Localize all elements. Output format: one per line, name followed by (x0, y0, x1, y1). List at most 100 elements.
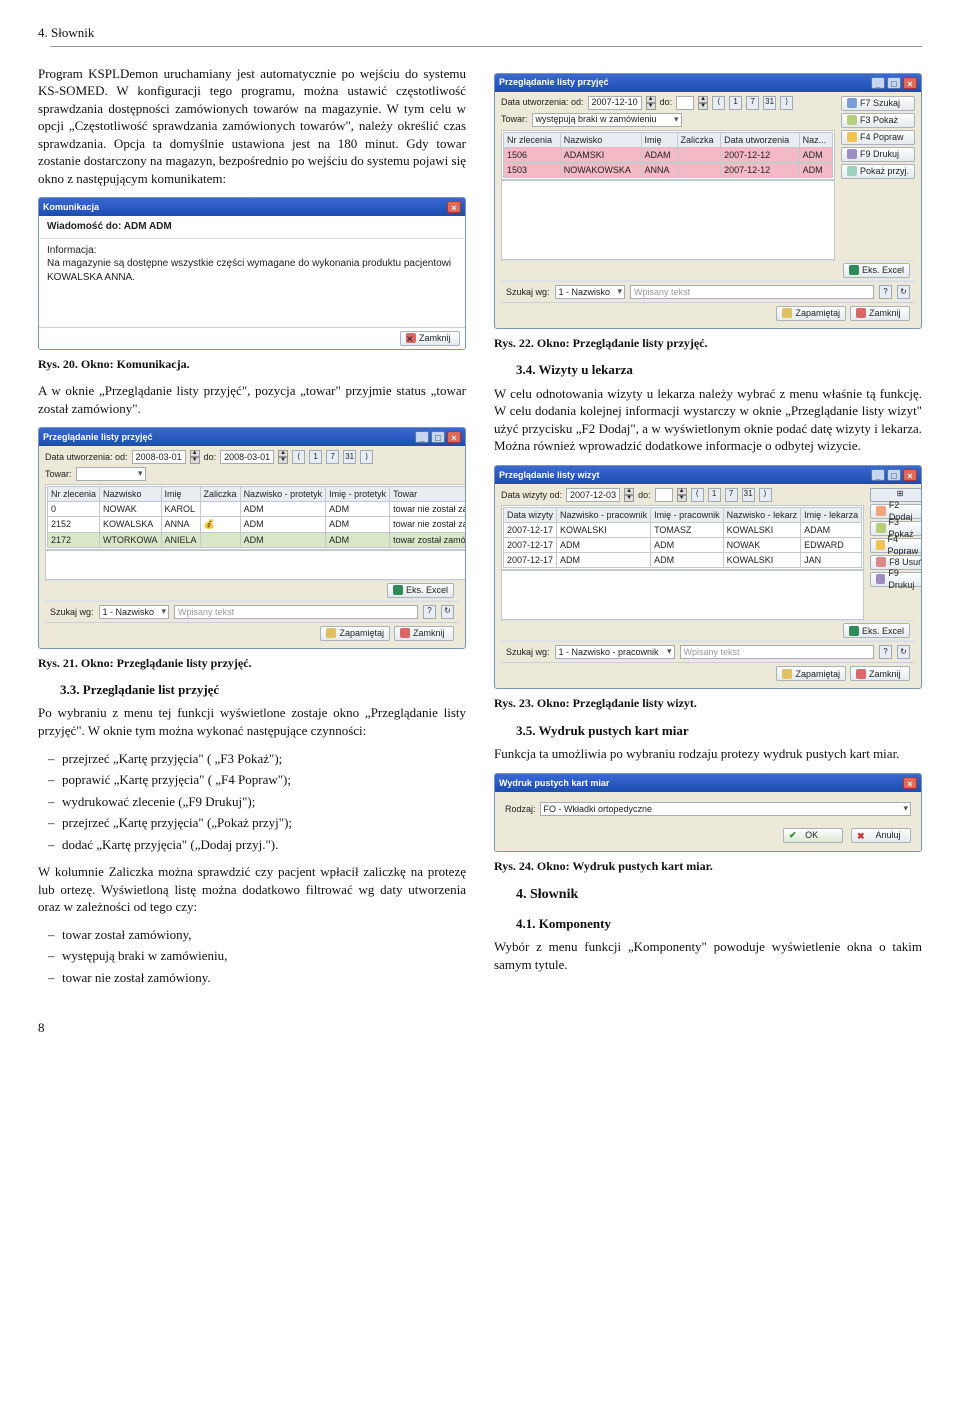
nav-prev[interactable]: ⟨ (292, 450, 305, 464)
nav-next[interactable]: ⟩ (360, 450, 373, 464)
nav-next[interactable]: ⟩ (780, 96, 793, 110)
grid-table[interactable]: Data wizytyNazwisko - pracownikImię - pr… (503, 507, 862, 569)
save-icon (782, 669, 792, 679)
add-icon (876, 506, 886, 516)
print-button[interactable]: F9 Drukuj (870, 572, 922, 587)
remember-button[interactable]: Zapamiętaj (776, 306, 846, 321)
towar-select[interactable] (76, 467, 146, 481)
rodzaj-label: Rodzaj: (505, 803, 536, 815)
nav-next[interactable]: ⟩ (759, 488, 772, 502)
search-mode-select[interactable]: 1 - Nazwisko (555, 285, 626, 299)
refresh-icon[interactable]: ↻ (897, 645, 910, 659)
search-label: Szukaj wg: (50, 606, 94, 618)
fig23-caption: Rys. 23. Okno: Przeglądanie listy wizyt. (494, 695, 922, 711)
nav-7[interactable]: 7 (326, 450, 339, 464)
nav-31[interactable]: 31 (763, 96, 776, 110)
table-row: 2007-12-17ADMADMNOWAKEDWARD (504, 538, 862, 553)
nav-1[interactable]: 1 (729, 96, 742, 110)
nav-7[interactable]: 7 (746, 96, 759, 110)
save-icon (326, 628, 336, 638)
minimize-icon[interactable]: _ (415, 431, 429, 443)
table-row: 2172WTORKOWAANIELAADMADMtowar został zam… (48, 532, 467, 547)
nav-7[interactable]: 7 (725, 488, 738, 502)
close-icon[interactable]: × (447, 431, 461, 443)
remember-button[interactable]: Zapamiętaj (776, 666, 846, 681)
table-row: 0NOWAKKAROLADMADMtowar nie został zamówi… (48, 502, 467, 517)
minimize-icon[interactable]: _ (871, 77, 885, 89)
minimize-icon[interactable]: _ (871, 469, 885, 481)
nav-prev[interactable]: ⟨ (712, 96, 725, 110)
help-icon[interactable]: ? (879, 285, 892, 299)
close-button[interactable]: ✕Zamknij (400, 331, 460, 346)
table-row: 2007-12-17KOWALSKITOMASZKOWALSKIADAM (504, 523, 862, 538)
right-column: Przeglądanie listy przyjęć _ □ × Data ut… (494, 65, 922, 997)
list-item: przejrzeć „Kartę przyjęcia" („Pokaż przy… (48, 814, 466, 832)
close-button[interactable]: Zamknij (850, 666, 910, 681)
cancel-button[interactable]: ✖ Anuluj (851, 828, 911, 843)
sec4-title: 4. Słownik (516, 886, 922, 905)
ok-button[interactable]: ✔ OK (783, 828, 843, 843)
window-title: Wydruk pustych kart miar (499, 777, 609, 789)
search-input[interactable]: Wpisany tekst (630, 285, 874, 299)
showp-button[interactable]: Pokaż przyj. (841, 164, 915, 179)
table-row: 1506ADAMSKIADAM2007-12-12ADM (504, 147, 833, 162)
towar-select[interactable]: występują braki w zamówieniu (532, 113, 682, 127)
show-icon (847, 166, 857, 176)
rodzaj-select[interactable]: FO - Wkładki ortopedyczne (540, 802, 911, 816)
search-mode-select[interactable]: 1 - Nazwisko - pracownik (555, 645, 675, 659)
print-button[interactable]: F9 Drukuj (841, 147, 915, 162)
date-from-input[interactable]: 2008-03-01 (132, 450, 186, 464)
sec33-title: 3.3. Przeglądanie list przyjęć (60, 681, 466, 699)
maximize-icon[interactable]: □ (887, 77, 901, 89)
close-icon[interactable]: × (903, 777, 917, 789)
edit-button[interactable]: F4 Popraw (841, 130, 915, 145)
delete-icon (876, 557, 886, 567)
maximize-icon[interactable]: □ (887, 469, 901, 481)
close-button[interactable]: Zamknij (850, 306, 910, 321)
sec35-title: 3.5. Wydruk pustych kart miar (516, 722, 922, 740)
grid-table[interactable]: Nr zleceniaNazwiskoImięZaliczkaData utwo… (503, 132, 833, 178)
remember-button[interactable]: Zapamiętaj (320, 626, 390, 641)
help-icon[interactable]: ? (879, 645, 892, 659)
maximize-icon[interactable]: □ (431, 431, 445, 443)
close-button[interactable]: Zamknij (394, 626, 454, 641)
date-from-label: Data wizyty od: (501, 489, 562, 501)
search-mode-select[interactable]: 1 - Nazwisko (99, 605, 170, 619)
grid-table[interactable]: Nr zleceniaNazwiskoImię ZaliczkaNazwisko… (47, 486, 466, 548)
date-from-input[interactable]: 2007-12-10 (588, 96, 642, 110)
show-icon (847, 115, 857, 125)
date-to-input[interactable] (655, 488, 673, 502)
date-to-input[interactable] (676, 96, 694, 110)
msg-to: Wiadomość do: ADM ADM (47, 221, 172, 232)
close-icon[interactable]: × (903, 77, 917, 89)
help-icon[interactable]: ? (423, 605, 436, 619)
refresh-icon[interactable]: ↻ (441, 605, 454, 619)
date-from-input[interactable]: 2007-12-03 (566, 488, 620, 502)
nav-1[interactable]: 1 (309, 450, 322, 464)
excel-button[interactable]: Eks. Excel (387, 583, 454, 598)
nav-prev[interactable]: ⟨ (691, 488, 704, 502)
search-input[interactable]: Wpisany tekst (680, 645, 874, 659)
nav-1[interactable]: 1 (708, 488, 721, 502)
sec33-para1: Po wybraniu z menu tej funkcji wyświetlo… (38, 704, 466, 739)
nav-31[interactable]: 31 (343, 450, 356, 464)
close-icon[interactable]: × (447, 201, 461, 213)
towar-label: Towar: (501, 113, 528, 125)
para-after-fig20: A w oknie „Przeglądanie listy przyjęć", … (38, 382, 466, 417)
show-button[interactable]: F3 Pokaż (841, 113, 915, 128)
refresh-icon[interactable]: ↻ (897, 285, 910, 299)
excel-button[interactable]: Eks. Excel (843, 623, 910, 638)
date-to-input[interactable]: 2008-03-01 (220, 450, 274, 464)
sec41-title: 4.1. Komponenty (516, 915, 922, 933)
search-button[interactable]: F7 Szukaj (841, 96, 915, 111)
nav-31[interactable]: 31 (742, 488, 755, 502)
fig20-caption: Rys. 20. Okno: Komunikacja. (38, 356, 466, 372)
excel-icon (849, 626, 859, 636)
search-input[interactable]: Wpisany tekst (174, 605, 418, 619)
list-item: występują braki w zamówieniu, (48, 947, 466, 965)
window-title: Komunikacja (43, 201, 99, 213)
window-wydruk-kart: Wydruk pustych kart miar × Rodzaj: FO - … (494, 773, 922, 852)
edit-button[interactable]: F4 Popraw (870, 538, 922, 553)
excel-button[interactable]: Eks. Excel (843, 263, 910, 278)
close-icon[interactable]: × (903, 469, 917, 481)
